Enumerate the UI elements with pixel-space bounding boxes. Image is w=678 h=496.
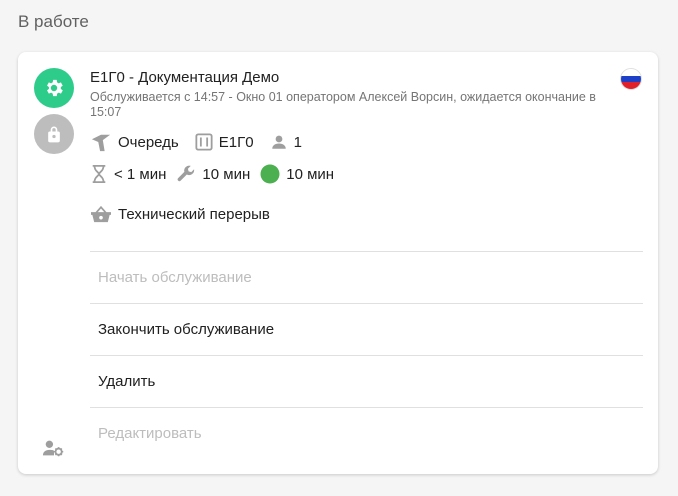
edit-item[interactable]: Редактировать	[90, 407, 643, 459]
finish-service-item[interactable]: Закончить обслуживание	[90, 303, 643, 355]
status-time: 10 мин	[286, 165, 335, 183]
ru-flag-icon[interactable]	[620, 68, 642, 90]
break-info: Технический перерыв	[90, 204, 270, 224]
persons-info: 1	[270, 133, 302, 151]
lock-icon	[48, 126, 60, 143]
ticket-subtitle: Обслуживается с 14:57 - Окно 01 оператор…	[90, 90, 596, 119]
settings-button[interactable]	[34, 68, 74, 108]
wait-time: < 1 мин	[114, 165, 167, 183]
delete-item[interactable]: Удалить	[90, 355, 643, 407]
user-gear-icon	[42, 440, 64, 457]
ticket-card: Е1Г0 - Документация Демо Обслуживается с…	[18, 52, 658, 474]
break-label: Технический перерыв	[118, 205, 270, 223]
info-row-times: < 1 мин 10 мин 10 мин	[90, 164, 344, 184]
wait-time-info: < 1 мин	[90, 164, 166, 184]
ticket-title: Е1Г0 - Документация Демо	[90, 69, 280, 86]
info-row-queue: Очередь Е1Г0 1	[90, 132, 312, 152]
status-dot-icon	[260, 164, 280, 184]
user-settings-button[interactable]	[42, 438, 66, 463]
person-icon	[271, 135, 286, 149]
queue-info: Очередь	[90, 132, 179, 152]
service-time-info: 10 мин	[176, 164, 250, 184]
wrench-icon	[178, 165, 195, 182]
ticket-code-info: Е1Г0	[195, 133, 254, 151]
basket-icon	[91, 205, 111, 223]
start-service-item[interactable]: Начать обслуживание	[90, 251, 643, 303]
persons-count: 1	[293, 133, 302, 151]
lock-button[interactable]	[34, 114, 74, 154]
queue-arrow-icon	[91, 134, 111, 152]
service-time: 10 мин	[202, 165, 251, 183]
ticket-code: Е1Г0	[218, 133, 254, 151]
queue-label: Очередь	[118, 133, 179, 151]
ticket-icon	[195, 133, 213, 151]
hourglass-icon	[92, 165, 106, 183]
gear-icon	[47, 79, 63, 97]
info-row-break: Технический перерыв	[90, 204, 280, 224]
action-menu: Начать обслуживание Закончить обслуживан…	[90, 251, 643, 459]
section-title: В работе	[18, 12, 89, 31]
status-time-info: 10 мин	[260, 164, 334, 184]
